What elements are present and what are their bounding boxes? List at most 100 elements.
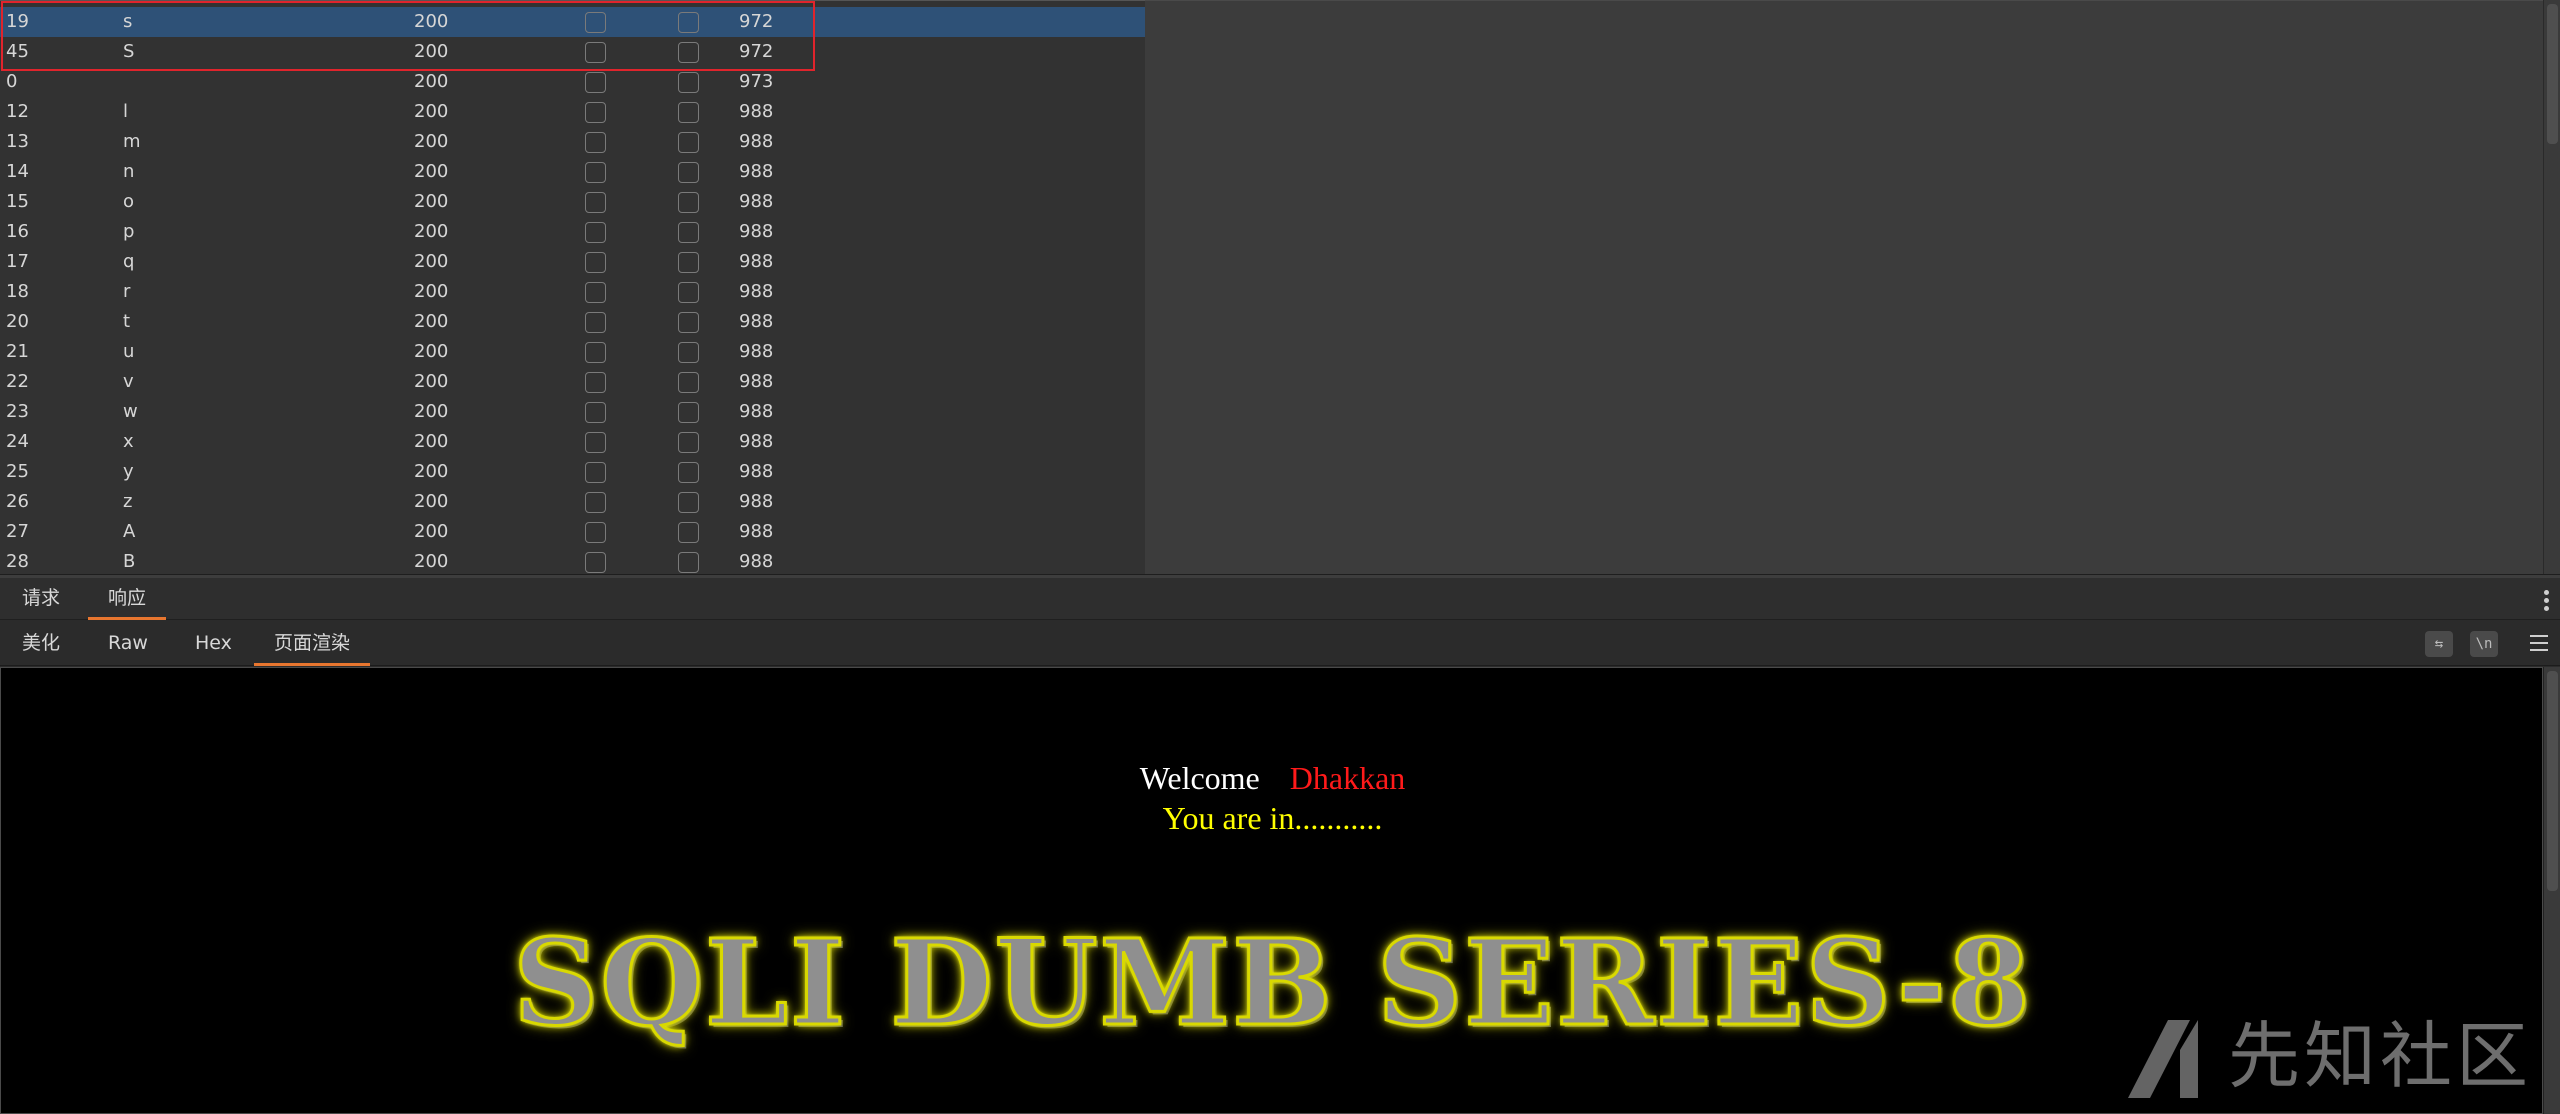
row-error-checkbox[interactable] xyxy=(585,372,606,393)
row-length: 988 xyxy=(739,401,774,422)
table-row[interactable]: 17 q 200 988 xyxy=(0,247,1145,277)
row-payload: S xyxy=(123,41,135,62)
row-timeout-checkbox[interactable] xyxy=(678,462,699,483)
table-row[interactable]: 16 p 200 988 xyxy=(0,217,1145,247)
results-empty-area xyxy=(1145,0,2543,574)
render-scrollbar[interactable] xyxy=(2543,667,2560,1114)
table-row[interactable]: 14 n 200 988 xyxy=(0,157,1145,187)
tab-render[interactable]: 页面渲染 xyxy=(254,631,371,666)
table-row[interactable]: 18 r 200 988 xyxy=(0,277,1145,307)
row-index: 19 xyxy=(6,11,29,32)
table-row[interactable]: 12 l 200 988 xyxy=(0,97,1145,127)
row-timeout-checkbox[interactable] xyxy=(678,372,699,393)
row-status: 200 xyxy=(414,431,449,452)
message-tab-bar: 请求 响应 xyxy=(0,578,2560,620)
table-row[interactable]: 25 y 200 988 xyxy=(0,457,1145,487)
table-row[interactable]: 22 v 200 988 xyxy=(0,367,1145,397)
row-error-checkbox[interactable] xyxy=(585,132,606,153)
row-timeout-checkbox[interactable] xyxy=(678,42,699,63)
more-options-icon[interactable] xyxy=(2544,590,2550,612)
row-index: 45 xyxy=(6,41,29,62)
row-index: 12 xyxy=(6,101,29,122)
hamburger-icon[interactable] xyxy=(2530,635,2548,651)
row-timeout-checkbox[interactable] xyxy=(678,222,699,243)
row-length: 972 xyxy=(739,41,774,62)
row-error-checkbox[interactable] xyxy=(585,552,606,573)
table-row[interactable]: 15 o 200 988 xyxy=(0,187,1145,217)
row-timeout-checkbox[interactable] xyxy=(678,162,699,183)
row-timeout-checkbox[interactable] xyxy=(678,192,699,213)
row-error-checkbox[interactable] xyxy=(585,12,606,33)
row-error-checkbox[interactable] xyxy=(585,402,606,423)
row-status: 200 xyxy=(414,191,449,212)
row-length: 988 xyxy=(739,311,774,332)
row-error-checkbox[interactable] xyxy=(585,462,606,483)
tab-pretty[interactable]: 美化 xyxy=(2,631,80,666)
row-timeout-checkbox[interactable] xyxy=(678,72,699,93)
row-timeout-checkbox[interactable] xyxy=(678,132,699,153)
row-payload: y xyxy=(123,461,134,482)
table-row[interactable]: 28 B 200 988 xyxy=(0,547,1145,574)
row-index: 21 xyxy=(6,341,29,362)
row-timeout-checkbox[interactable] xyxy=(678,402,699,423)
row-length: 988 xyxy=(739,431,774,452)
row-status: 200 xyxy=(414,401,449,422)
row-timeout-checkbox[interactable] xyxy=(678,342,699,363)
row-timeout-checkbox[interactable] xyxy=(678,252,699,273)
table-row[interactable]: 13 m 200 988 xyxy=(0,127,1145,157)
row-index: 16 xyxy=(6,221,29,242)
row-error-checkbox[interactable] xyxy=(585,252,606,273)
table-row[interactable]: 19 s 200 972 xyxy=(0,7,1145,37)
row-error-checkbox[interactable] xyxy=(585,492,606,513)
table-row[interactable]: 20 t 200 988 xyxy=(0,307,1145,337)
row-timeout-checkbox[interactable] xyxy=(678,102,699,123)
row-status: 200 xyxy=(414,101,449,122)
row-status: 200 xyxy=(414,131,449,152)
rendered-page: Welcome Dhakkan You are in........... SQL… xyxy=(0,667,2543,1114)
row-error-checkbox[interactable] xyxy=(585,102,606,123)
welcome-text: Welcome xyxy=(1139,760,1260,796)
tab-response[interactable]: 响应 xyxy=(88,586,167,620)
row-length: 988 xyxy=(739,371,774,392)
row-length: 988 xyxy=(739,551,774,572)
row-payload: t xyxy=(123,311,131,332)
wrap-icon[interactable]: ⇆ xyxy=(2425,631,2453,657)
row-error-checkbox[interactable] xyxy=(585,162,606,183)
row-error-checkbox[interactable] xyxy=(585,342,606,363)
row-payload: n xyxy=(123,161,135,182)
tab-hex[interactable]: Hex xyxy=(175,631,252,666)
row-timeout-checkbox[interactable] xyxy=(678,432,699,453)
row-error-checkbox[interactable] xyxy=(585,42,606,63)
tab-raw[interactable]: Raw xyxy=(88,631,168,666)
row-payload: v xyxy=(123,371,134,392)
row-error-checkbox[interactable] xyxy=(585,222,606,243)
row-timeout-checkbox[interactable] xyxy=(678,522,699,543)
table-row[interactable]: 23 w 200 988 xyxy=(0,397,1145,427)
table-row[interactable]: 0 200 973 xyxy=(0,67,1145,97)
row-timeout-checkbox[interactable] xyxy=(678,12,699,33)
table-row[interactable]: 24 x 200 988 xyxy=(0,427,1145,457)
row-payload: A xyxy=(123,521,136,542)
row-error-checkbox[interactable] xyxy=(585,522,606,543)
row-index: 15 xyxy=(6,191,29,212)
row-error-checkbox[interactable] xyxy=(585,282,606,303)
row-timeout-checkbox[interactable] xyxy=(678,552,699,573)
table-row[interactable]: 21 u 200 988 xyxy=(0,337,1145,367)
row-error-checkbox[interactable] xyxy=(585,432,606,453)
row-payload: r xyxy=(123,281,131,302)
row-timeout-checkbox[interactable] xyxy=(678,492,699,513)
table-row[interactable]: 27 A 200 988 xyxy=(0,517,1145,547)
newline-toggle-button[interactable]: \n xyxy=(2470,631,2498,657)
row-index: 26 xyxy=(6,491,29,512)
row-timeout-checkbox[interactable] xyxy=(678,282,699,303)
table-row[interactable]: 26 z 200 988 xyxy=(0,487,1145,517)
tab-request[interactable]: 请求 xyxy=(2,586,80,620)
results-scrollbar-thumb[interactable] xyxy=(2547,4,2558,144)
row-error-checkbox[interactable] xyxy=(585,192,606,213)
results-scrollbar[interactable] xyxy=(2543,0,2560,574)
table-row[interactable]: 45 S 200 972 xyxy=(0,37,1145,67)
row-error-checkbox[interactable] xyxy=(585,312,606,333)
render-scrollbar-thumb[interactable] xyxy=(2547,671,2558,891)
row-timeout-checkbox[interactable] xyxy=(678,312,699,333)
row-error-checkbox[interactable] xyxy=(585,72,606,93)
